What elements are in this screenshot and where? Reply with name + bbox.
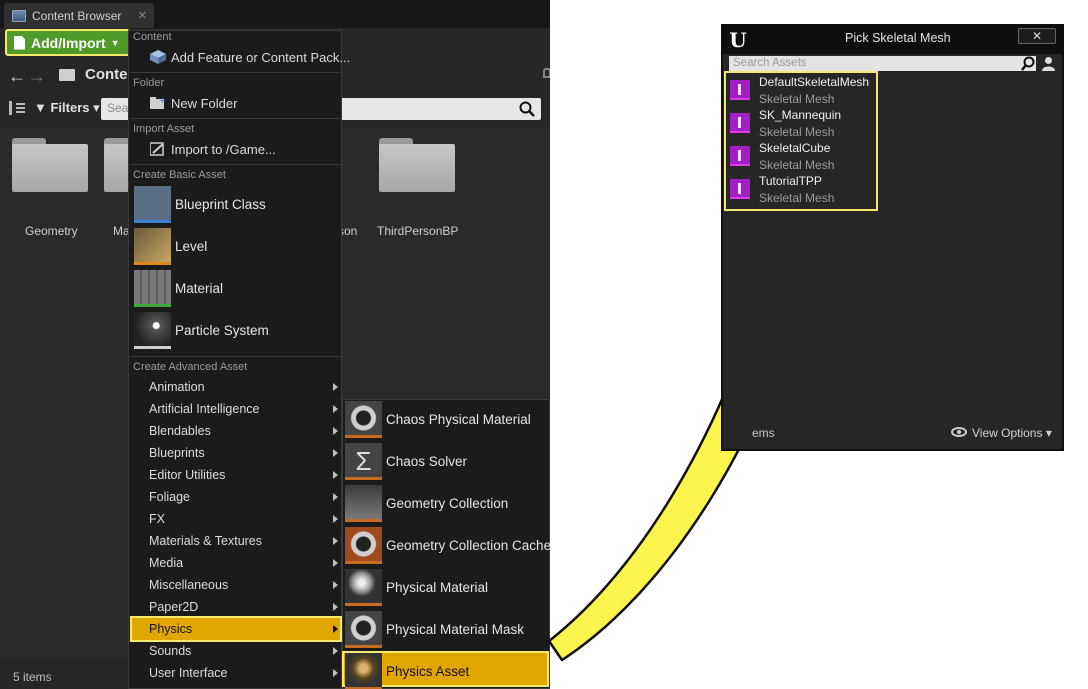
close-button[interactable]: ✕ xyxy=(1018,28,1056,44)
search-icon[interactable] xyxy=(1021,56,1036,71)
asset-type: Skeletal Mesh xyxy=(759,158,835,172)
user-icon[interactable] xyxy=(1041,56,1056,71)
asset-name[interactable]: TutorialTPP xyxy=(759,174,822,188)
view-options-button[interactable]: View Options ▾ xyxy=(972,426,1052,440)
skeletal-mesh-icon xyxy=(730,113,750,133)
unreal-logo-icon: U xyxy=(727,29,749,51)
asset-type: Skeletal Mesh xyxy=(759,191,835,205)
asset-type: Skeletal Mesh xyxy=(759,92,835,106)
asset-name[interactable]: DefaultSkeletalMesh xyxy=(759,75,869,89)
screenshot-stage: Content Browser ✕ ← → Content ▼︎ Filters… xyxy=(0,0,1088,689)
asset-name[interactable]: SK_Mannequin xyxy=(759,108,841,122)
skeletal-mesh-icon xyxy=(730,179,750,199)
eye-icon xyxy=(951,427,967,437)
view-options-label: View Options xyxy=(972,426,1043,440)
dialog-title: Pick Skeletal Mesh xyxy=(845,31,951,45)
asset-search-placeholder: Search Assets xyxy=(733,57,807,69)
asset-type: Skeletal Mesh xyxy=(759,125,835,139)
asset-search-input[interactable]: Search Assets xyxy=(729,56,1036,71)
skeletal-mesh-icon xyxy=(730,80,750,100)
asset-name[interactable]: SkeletalCube xyxy=(759,141,830,155)
dialog-item-count: ems xyxy=(752,426,775,440)
skeletal-mesh-icon xyxy=(730,146,750,166)
